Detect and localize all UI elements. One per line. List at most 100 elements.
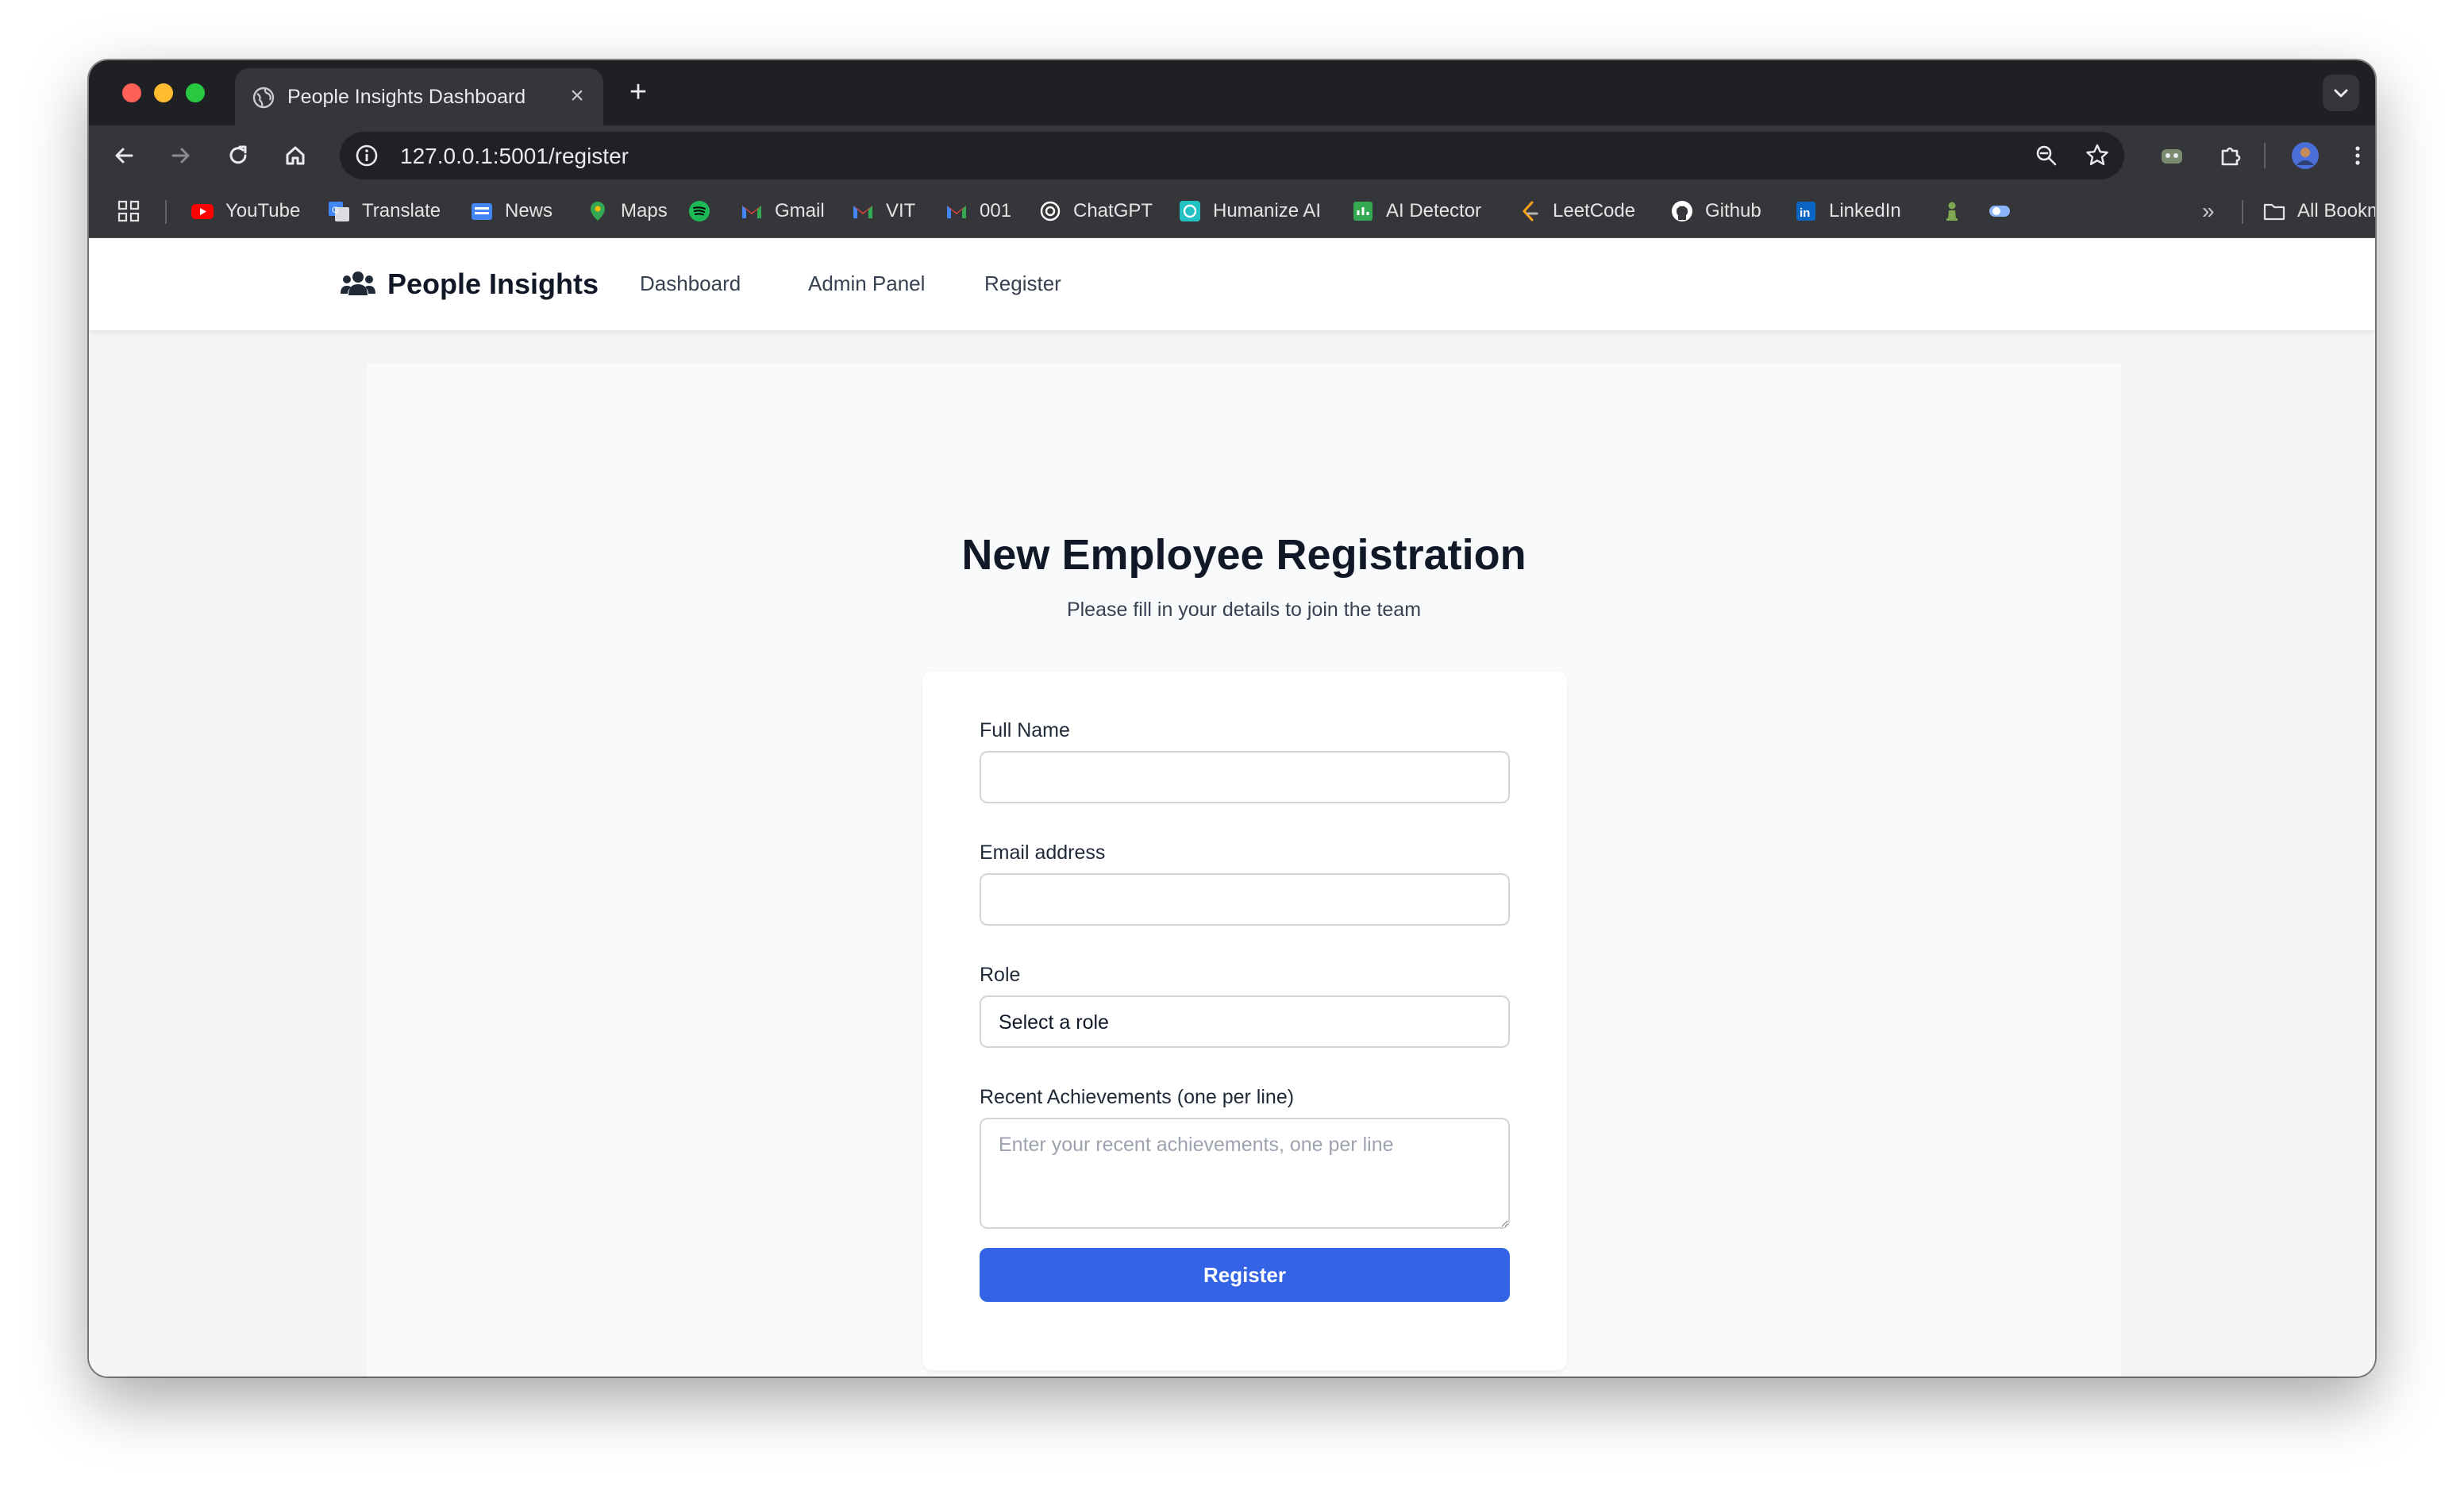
role-selected-value: Select a role xyxy=(999,1011,1109,1034)
maximize-window-button[interactable] xyxy=(186,83,205,102)
bookmark-github[interactable]: Github xyxy=(1670,197,1761,225)
bookmark-label: Translate xyxy=(362,200,441,221)
achievements-label: Recent Achievements (one per line) xyxy=(980,1086,1295,1108)
bookmark-chatgpt[interactable]: ChatGPT xyxy=(1038,197,1153,225)
brand-title: People Insights xyxy=(387,268,599,300)
page-title: New Employee Registration xyxy=(961,531,1527,579)
apps-grid-icon[interactable] xyxy=(116,198,141,224)
main-content: New Employee Registration Please fill in… xyxy=(367,364,2121,1377)
bookmark-001[interactable]: 001 xyxy=(945,197,1011,225)
translate-icon: G xyxy=(329,202,349,221)
gmail-icon xyxy=(742,206,761,218)
tab-people-insights[interactable]: People Insights Dashboard × xyxy=(235,68,603,125)
achievements-textarea[interactable] xyxy=(980,1118,1510,1229)
role-label: Role xyxy=(980,964,1021,986)
svg-text:in: in xyxy=(1800,206,1810,220)
zoom-icon[interactable] xyxy=(2032,141,2061,170)
gmail-icon xyxy=(947,206,966,218)
linkedin-icon: in xyxy=(1796,202,1815,221)
bookmark-spotify[interactable] xyxy=(687,197,722,225)
bookmark-linkedin[interactable]: in LinkedIn xyxy=(1794,197,1901,225)
full-name-label: Full Name xyxy=(980,719,1070,741)
bookmarks-divider xyxy=(165,200,167,224)
bookmark-leetcode[interactable]: LeetCode xyxy=(1518,197,1635,225)
web-page: People Insights Dashboard Admin Panel Re… xyxy=(89,238,2375,1377)
minimize-window-button[interactable] xyxy=(154,83,173,102)
chevron-down-icon xyxy=(2334,89,2348,98)
bookmark-maps[interactable]: Maps xyxy=(586,197,668,225)
app-navbar: People Insights Dashboard Admin Panel Re… xyxy=(89,238,2375,330)
site-info-icon[interactable] xyxy=(352,141,381,170)
register-button[interactable]: Register xyxy=(980,1248,1510,1302)
maps-icon xyxy=(591,202,605,221)
chatgpt-icon xyxy=(1040,201,1061,221)
forward-icon[interactable] xyxy=(165,140,197,171)
extension-game-icon[interactable] xyxy=(2156,140,2188,171)
close-window-button[interactable] xyxy=(122,83,141,102)
bookmark-label: Github xyxy=(1705,200,1761,221)
email-input[interactable] xyxy=(980,873,1510,926)
url-text: 127.0.0.1:5001/register xyxy=(400,144,629,168)
back-icon[interactable] xyxy=(108,140,140,171)
bookmark-label: Maps xyxy=(621,200,668,221)
bookmark-label: News xyxy=(505,200,553,221)
bookmark-label: YouTube xyxy=(225,200,301,221)
email-label: Email address xyxy=(980,841,1106,864)
bookmark-humanize-ai[interactable]: Humanize AI xyxy=(1178,197,1321,225)
bookmark-label: Humanize AI xyxy=(1213,200,1322,221)
bookmark-vit[interactable]: VIT xyxy=(851,197,915,225)
bookmark-label: ChatGPT xyxy=(1073,200,1153,221)
bookmarks-bar: YouTube G Translate News Maps Gmail VIT … xyxy=(89,186,2375,238)
page-subtitle: Please fill in your details to join the … xyxy=(1066,599,1422,621)
users-icon xyxy=(341,271,375,295)
bookmark-chess[interactable] xyxy=(1940,197,1975,225)
tab-search-button[interactable] xyxy=(2323,75,2359,111)
browser-toolbar: 127.0.0.1:5001/register xyxy=(89,125,2375,186)
registration-form: Full Name Email address Role Select a ro… xyxy=(922,672,1567,1370)
spotify-icon xyxy=(689,201,710,221)
bookmark-label: LeetCode xyxy=(1553,200,1636,221)
reload-icon[interactable] xyxy=(222,140,254,171)
bookmark-label: AI Detector xyxy=(1386,200,1482,221)
bookmarks-divider xyxy=(2242,200,2243,224)
nav-register[interactable]: Register xyxy=(984,271,1061,296)
bookmark-gmail[interactable]: Gmail xyxy=(740,197,825,225)
more-menu-icon[interactable] xyxy=(2342,140,2374,171)
bookmark-star-icon[interactable] xyxy=(2083,141,2112,170)
bookmark-translate[interactable]: G Translate xyxy=(327,197,441,225)
bookmark-label: 001 xyxy=(980,200,1012,221)
address-bar[interactable]: 127.0.0.1:5001/register xyxy=(340,132,2124,179)
nav-dashboard[interactable]: Dashboard xyxy=(640,271,741,296)
bookmark-news[interactable]: News xyxy=(470,197,552,225)
chess-pawn-icon xyxy=(1946,202,1958,221)
browser-window: People Insights Dashboard × + 127.0.0.1:… xyxy=(89,60,2375,1377)
bookmark-label: VIT xyxy=(886,200,916,221)
bookmark-extension[interactable] xyxy=(1988,197,2023,225)
bookmark-label: Gmail xyxy=(775,200,825,221)
all-bookmarks-button[interactable]: All Bookmarks xyxy=(2262,197,2375,225)
svg-text:G: G xyxy=(332,206,339,215)
role-select[interactable]: Select a role xyxy=(980,995,1510,1048)
brand-link[interactable]: People Insights xyxy=(340,265,599,303)
extensions-puzzle-icon[interactable] xyxy=(2215,140,2246,171)
leetcode-icon xyxy=(1522,201,1538,221)
new-tab-button[interactable]: + xyxy=(622,76,654,108)
youtube-icon xyxy=(191,204,214,219)
tab-title: People Insights Dashboard xyxy=(287,86,526,108)
globe-icon xyxy=(252,87,275,109)
toolbar-divider xyxy=(2264,143,2266,168)
bookmark-youtube[interactable]: YouTube xyxy=(191,197,300,225)
github-icon xyxy=(1672,201,1692,221)
close-tab-icon[interactable]: × xyxy=(564,83,591,110)
profile-avatar-icon[interactable] xyxy=(2289,140,2321,171)
bookmark-ai-detector[interactable]: AI Detector xyxy=(1351,197,1481,225)
home-icon[interactable] xyxy=(279,140,311,171)
detector-icon xyxy=(1353,202,1373,221)
folder-icon xyxy=(2263,203,2285,221)
nav-admin-panel[interactable]: Admin Panel xyxy=(808,271,925,296)
more-bookmarks-button[interactable]: » xyxy=(2202,197,2215,225)
full-name-input[interactable] xyxy=(980,751,1510,803)
bookmark-label: LinkedIn xyxy=(1829,200,1901,221)
humanize-icon xyxy=(1180,201,1200,221)
tab-strip: People Insights Dashboard × + xyxy=(89,60,2375,125)
